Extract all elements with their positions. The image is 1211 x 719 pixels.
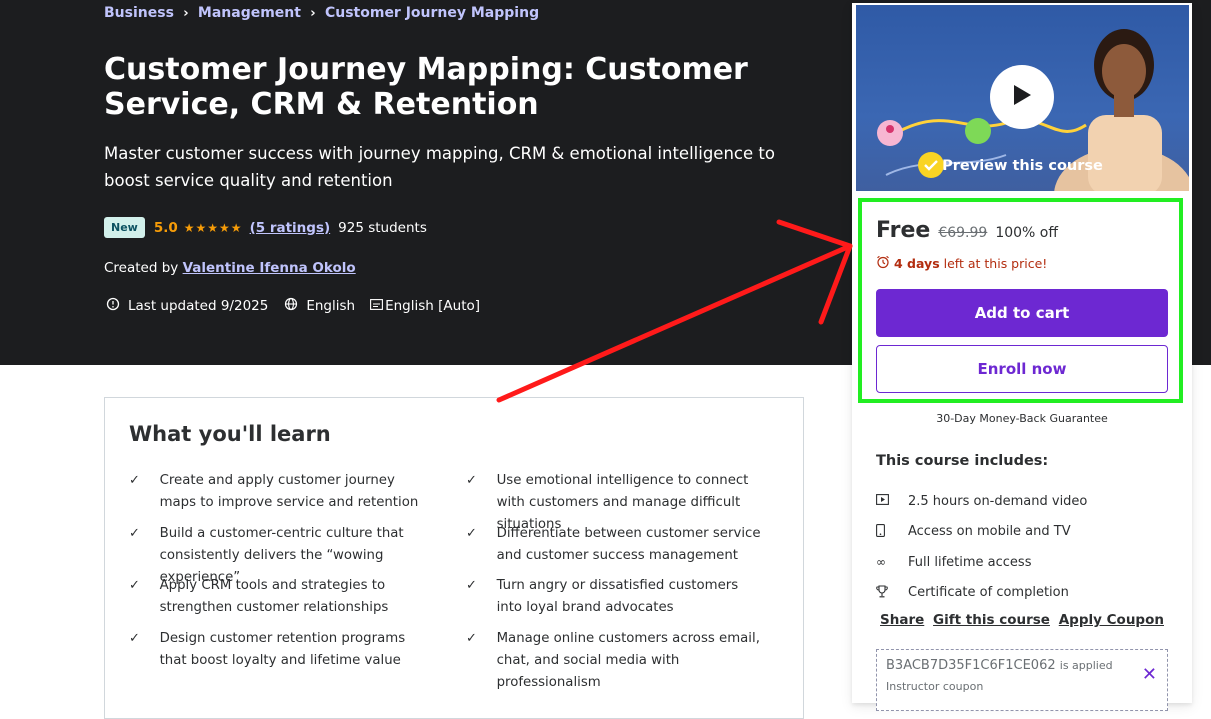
play-icon bbox=[1011, 83, 1033, 111]
check-icon: ✓ bbox=[466, 578, 477, 593]
play-button[interactable] bbox=[990, 65, 1054, 129]
check-icon: ✓ bbox=[129, 578, 140, 593]
last-updated: Last updated 9/2025 bbox=[104, 297, 268, 315]
what-youll-learn: What you'll learn ✓ Create and apply cust… bbox=[104, 397, 804, 719]
captions-icon bbox=[369, 298, 383, 314]
check-icon: ✓ bbox=[129, 473, 140, 488]
ratings-link[interactable]: (5 ratings) bbox=[250, 220, 331, 236]
list-item: ✓ Differentiate between customer service … bbox=[466, 523, 766, 576]
list-item: ✓ Create and apply customer journey maps … bbox=[129, 470, 429, 523]
trophy-icon bbox=[876, 585, 908, 601]
coupon-code: B3ACB7D35F1C6F1CE062 bbox=[886, 658, 1056, 673]
list-item: ✓ Use emotional intelligence to connect w… bbox=[466, 470, 766, 532]
purchase-card: Preview this course Free €69.99 100% off… bbox=[852, 3, 1192, 711]
list-item: ✓ Design customer retention programs that… bbox=[129, 628, 429, 681]
alert-badge-icon bbox=[104, 297, 122, 315]
add-to-cart-button[interactable]: Add to cart bbox=[876, 289, 1168, 337]
course-meta: Last updated 9/2025 English English [Aut… bbox=[104, 297, 494, 315]
original-price: €69.99 bbox=[938, 225, 988, 241]
last-updated-text: Last updated 9/2025 bbox=[128, 298, 269, 314]
language-text: English bbox=[306, 298, 356, 314]
enroll-now-button[interactable]: Enroll now bbox=[876, 345, 1168, 393]
rating-row: New 5.0 ★★★★★ (5 ratings) 925 students bbox=[104, 217, 427, 238]
check-icon: ✓ bbox=[466, 630, 477, 646]
check-icon: ✓ bbox=[466, 525, 477, 541]
timer-days: 4 days bbox=[894, 256, 940, 271]
includes-list: 2.5 hours on-demand video Access on mobi… bbox=[876, 486, 1176, 608]
star-rating-icon: ★★★★★ bbox=[183, 220, 243, 235]
price-row: Free €69.99 100% off bbox=[876, 218, 1058, 243]
rating-score: 5.0 bbox=[153, 219, 178, 236]
created-by: Created by Valentine Ifenna Okolo bbox=[104, 260, 356, 276]
page-title: Customer Journey Mapping: Customer Servi… bbox=[104, 52, 748, 122]
coupon-applied-text: is applied bbox=[1059, 659, 1113, 672]
globe-icon bbox=[282, 297, 300, 315]
applied-coupon: B3ACB7D35F1C6F1CE062 is applied Instruct… bbox=[876, 649, 1168, 711]
discount-percent: 100% off bbox=[995, 225, 1058, 241]
list-item: ✓ Build a customer-centric culture that c… bbox=[129, 523, 429, 585]
apply-coupon-button[interactable]: Apply Coupon bbox=[1055, 612, 1168, 628]
breadcrumb-management[interactable]: Management bbox=[198, 5, 301, 21]
chevron-right-icon: › bbox=[183, 5, 189, 21]
timer-text: left at this price! bbox=[943, 256, 1048, 271]
course-preview[interactable]: Preview this course bbox=[856, 5, 1189, 191]
learn-column-right: ✓ Use emotional intelligence to connect w… bbox=[466, 470, 766, 690]
captions: English [Auto] bbox=[369, 298, 480, 314]
learn-title: What you'll learn bbox=[129, 422, 331, 446]
coupon-code-line: B3ACB7D35F1C6F1CE062 is applied bbox=[886, 658, 1113, 673]
close-icon[interactable]: ✕ bbox=[1142, 664, 1157, 685]
mobile-icon bbox=[876, 523, 908, 540]
preview-label: Preview this course bbox=[942, 158, 1103, 174]
gift-course-button[interactable]: Gift this course bbox=[929, 612, 1054, 628]
list-item: ∞ Full lifetime access bbox=[876, 554, 1032, 570]
chevron-right-icon: › bbox=[310, 5, 316, 21]
includes-title: This course includes: bbox=[876, 453, 1049, 469]
list-item: ✓ Apply CRM tools and strategies to stren… bbox=[129, 575, 429, 628]
breadcrumb: Business › Management › Customer Journey… bbox=[104, 4, 539, 22]
money-back-guarantee: 30-Day Money-Back Guarantee bbox=[936, 412, 1108, 425]
card-links: Share Gift this course Apply Coupon bbox=[876, 612, 1168, 628]
list-item: Access on mobile and TV bbox=[876, 517, 1176, 548]
price-timer: 4 days left at this price! bbox=[876, 255, 1047, 272]
breadcrumb-customer-journey-mapping[interactable]: Customer Journey Mapping bbox=[325, 5, 539, 21]
created-by-label: Created by bbox=[104, 260, 179, 276]
language: English bbox=[282, 297, 355, 315]
current-price: Free bbox=[876, 218, 931, 243]
students-count: 925 students bbox=[338, 219, 427, 236]
coupon-type: Instructor coupon bbox=[886, 680, 984, 693]
new-badge: New bbox=[104, 217, 145, 238]
video-icon bbox=[876, 494, 908, 508]
share-button[interactable]: Share bbox=[876, 612, 928, 628]
check-icon: ✓ bbox=[129, 525, 140, 541]
captions-text: English [Auto] bbox=[385, 298, 481, 314]
learn-column-left: ✓ Create and apply customer journey maps … bbox=[129, 470, 429, 680]
list-item: ✓ Turn angry or dissatisfied customers in… bbox=[466, 575, 766, 628]
author-link[interactable]: Valentine Ifenna Okolo bbox=[183, 260, 356, 276]
list-item: Certificate of completion bbox=[876, 578, 1176, 609]
course-subtitle: Master customer success with journey map… bbox=[104, 144, 775, 190]
breadcrumb-business[interactable]: Business bbox=[104, 5, 174, 21]
check-icon: ✓ bbox=[466, 473, 477, 488]
alarm-clock-icon bbox=[876, 255, 890, 272]
list-item: ✓ Manage online customers across email, c… bbox=[466, 628, 766, 690]
check-icon: ✓ bbox=[129, 630, 140, 646]
infinity-icon: ∞ bbox=[876, 555, 886, 570]
list-item: 2.5 hours on-demand video bbox=[876, 486, 1176, 517]
